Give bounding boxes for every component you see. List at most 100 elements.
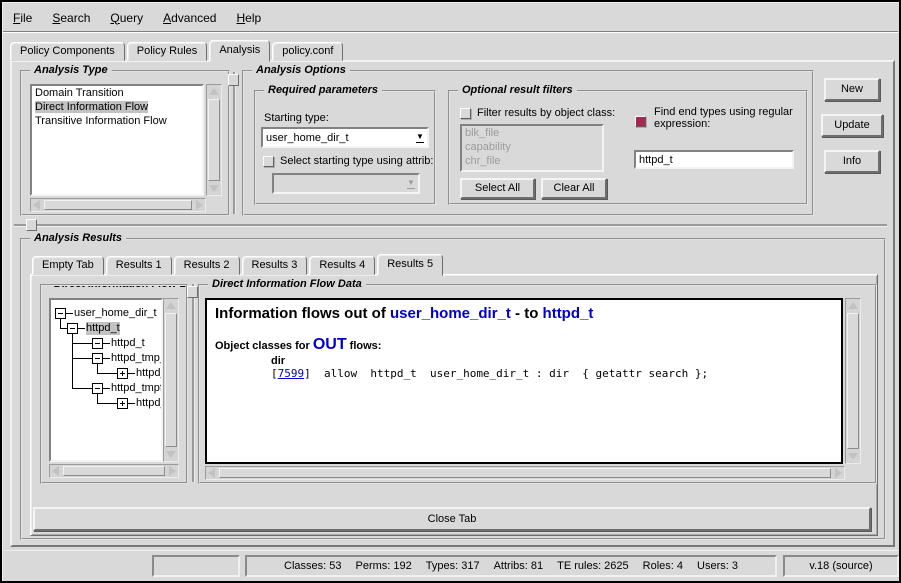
scroll-thumb[interactable] [44,200,192,210]
tree-node[interactable]: httpd_tmp_t [111,352,163,365]
attrib-checkbox[interactable] [263,156,274,167]
scroll-thumb[interactable] [208,99,220,181]
scroll-thumb[interactable] [165,313,177,447]
stat-te-rules: TE rules: 2625 [557,560,629,572]
tree-node[interactable]: user_home_dir_t [74,307,157,320]
list-item-disabled: capability [462,140,602,154]
analysis-type-group: Analysis Type Domain Transition Direct I… [20,70,230,216]
tab-policy-rules[interactable]: Policy Rules [127,42,208,61]
stat-classes: Classes: 53 [284,560,341,572]
tab-results-5[interactable]: Results 5 [377,254,443,276]
options-sash[interactable] [233,72,235,214]
info-button[interactable]: Info [824,150,880,173]
stat-users: Users: 3 [697,560,738,572]
scroll-right-icon[interactable] [169,466,176,476]
scroll-thumb[interactable] [847,313,859,449]
tree-node[interactable]: httpd_t [111,337,145,350]
tab-results-4[interactable]: Results 4 [309,256,375,275]
results-sash-handle[interactable] [26,219,37,231]
tree-node[interactable]: httpd_t [136,397,163,410]
tab-policy-conf[interactable]: policy.conf [272,42,343,61]
rule-number-link[interactable]: 7599 [278,367,305,380]
optional-filters-group: Optional result filters Filter results b… [448,90,808,205]
regex-checkbox[interactable] [635,116,646,127]
flow-headline: Information flows out of user_home_dir_t… [215,305,833,322]
data-hscrollbar[interactable] [205,466,845,480]
required-parameters-group: Required parameters Starting type: user_… [254,90,436,205]
optional-filters-title: Optional result filters [458,84,577,96]
tree-collapse-icon[interactable] [92,338,103,349]
flow-tree-canvas[interactable]: user_home_dir_t httpd_t httpd_t httpd_tm… [49,298,163,462]
tab-analysis[interactable]: Analysis [209,40,270,62]
scroll-down-icon[interactable] [166,451,176,458]
scroll-thumb[interactable] [219,468,831,478]
tree-expand-icon[interactable] [117,368,128,379]
tab-empty[interactable]: Empty Tab [32,256,104,275]
data-vscrollbar[interactable] [845,298,861,464]
filter-object-class-label[interactable]: Filter results by object class: [477,107,615,119]
status-stats-panel: Classes: 53 Perms: 192 Types: 317 Attrib… [245,555,777,577]
attrib-checkbox-label[interactable]: Select starting type using attrib: [280,155,433,167]
scroll-up-icon[interactable] [848,302,858,309]
tree-node-selected[interactable]: httpd_t [86,322,120,335]
tree-node[interactable]: httpd_tmpfs_t [111,382,163,395]
scroll-left-icon[interactable] [52,466,59,476]
flow-data-text[interactable]: Information flows out of user_home_dir_t… [205,298,843,464]
list-item[interactable]: Domain Transition [32,86,202,100]
tree-collapse-icon[interactable] [55,308,66,319]
tree-node[interactable]: httpd_t [136,367,163,380]
tree-data-sash-handle[interactable] [187,286,198,298]
tab-results-2[interactable]: Results 2 [174,256,240,275]
tab-results-1[interactable]: Results 1 [106,256,172,275]
options-sash-handle[interactable] [228,74,239,86]
list-item[interactable]: Transitive Information Flow [32,114,202,128]
starting-type-combobox[interactable]: user_home_dir_t ▼ [261,127,429,148]
update-button[interactable]: Update [821,114,883,137]
menu-advanced[interactable]: Advanced [153,7,226,29]
analysis-type-hscrollbar[interactable] [30,198,206,212]
regex-checkbox-label[interactable]: Find end types using regular expression: [654,106,798,130]
scroll-up-icon[interactable] [209,88,219,95]
status-empty-panel [152,555,240,577]
tree-data-sash[interactable] [192,284,194,482]
scroll-left-icon[interactable] [208,468,215,478]
tree-hscrollbar[interactable] [49,464,179,478]
menu-search[interactable]: Search [42,7,100,29]
analysis-type-vscrollbar[interactable] [206,84,222,196]
tree-collapse-icon[interactable] [92,383,103,394]
menu-query[interactable]: Query [100,7,153,29]
tree-vscrollbar[interactable] [163,298,179,462]
menu-file[interactable]: File [3,7,42,29]
scroll-left-icon[interactable] [33,200,40,210]
required-parameters-title: Required parameters [264,84,382,96]
tree-expand-icon[interactable] [117,398,128,409]
scroll-right-icon[interactable] [196,200,203,210]
scroll-thumb[interactable] [63,466,165,476]
object-class-listbox-disabled: blk_file capability chr_file [460,124,604,172]
chevron-down-icon[interactable]: ▼ [413,132,427,143]
filter-object-class-checkbox[interactable] [460,108,471,119]
scroll-right-icon[interactable] [835,468,842,478]
main-tab-bar: Policy Components Policy Rules Analysis … [10,40,345,61]
policy-version: v.18 (source) [809,560,872,572]
flow-tree-group: Direct Information Flow 1 [40,284,188,484]
tab-results-3[interactable]: Results 3 [242,256,308,275]
chevron-down-icon: ▼ [404,178,418,189]
scroll-down-icon[interactable] [848,453,858,460]
select-all-button[interactable]: Select All [460,178,535,199]
list-item-selected[interactable]: Direct Information Flow [32,100,202,114]
scroll-down-icon[interactable] [209,185,219,192]
analysis-type-listbox[interactable]: Domain Transition Direct Information Flo… [30,84,204,196]
new-button[interactable]: New [824,78,880,101]
tree-collapse-icon[interactable] [92,353,103,364]
scroll-up-icon[interactable] [166,302,176,309]
stat-types: Types: 317 [426,560,480,572]
clear-all-button[interactable]: Clear All [541,178,607,199]
results-sash[interactable] [14,224,887,226]
flow-data-title: Direct Information Flow Data [208,278,366,290]
regex-input[interactable] [634,150,794,169]
close-tab-button[interactable]: Close Tab [33,507,871,531]
tab-policy-components[interactable]: Policy Components [10,42,125,61]
tree-collapse-icon[interactable] [67,323,78,334]
menu-help[interactable]: Help [226,7,271,29]
